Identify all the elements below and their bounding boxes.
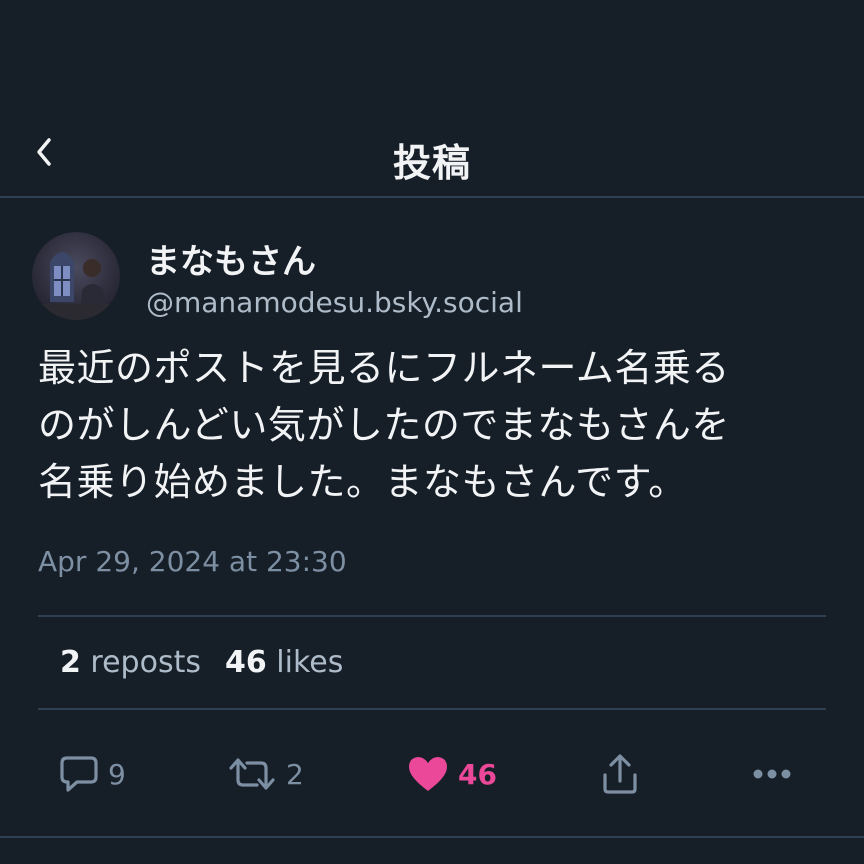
avatar[interactable] xyxy=(32,232,120,320)
heart-icon xyxy=(409,757,447,791)
likes-count: 46 xyxy=(224,645,267,680)
avatar-image xyxy=(32,232,120,320)
likes-stat[interactable]: 46 likes xyxy=(225,645,343,680)
repost-button[interactable]: 2 xyxy=(226,752,304,796)
reply-button[interactable]: 9 xyxy=(58,752,126,796)
like-count: 46 xyxy=(458,757,497,791)
share-button[interactable] xyxy=(600,752,640,796)
page-title: 投稿 xyxy=(392,141,471,185)
post-thread-screen: 投稿 まなもさん @manamodesu.bsky.social 最近のポストを… xyxy=(0,0,864,864)
author-handle[interactable]: @manamodesu.bsky.social xyxy=(146,286,523,319)
reply-count: 9 xyxy=(108,757,126,791)
share-icon xyxy=(603,754,637,794)
more-horizontal-icon xyxy=(753,769,791,779)
post-stats: 2 reposts 46 likes xyxy=(60,645,343,680)
likes-label: likes xyxy=(276,645,344,680)
post-text-line: 名乗り始めました。まなもさんです。 xyxy=(38,460,687,504)
reposts-count: 2 xyxy=(60,645,81,680)
repost-count: 2 xyxy=(286,757,304,791)
divider xyxy=(0,836,864,838)
reposts-label: reposts xyxy=(90,645,201,680)
divider xyxy=(38,708,826,710)
more-options-button[interactable] xyxy=(752,752,792,796)
like-button[interactable]: 46 xyxy=(406,752,497,796)
reposts-stat[interactable]: 2 reposts xyxy=(60,645,201,680)
post-text: 最近のポストを見るにフルネーム名乗る のがしんどい気がしたのでまなもさんを 名乗… xyxy=(38,340,828,511)
repost-icon xyxy=(229,758,275,790)
post-actions: 9 2 46 xyxy=(0,740,864,810)
author-display-name[interactable]: まなもさん xyxy=(146,234,316,283)
header-bar: 投稿 xyxy=(0,110,864,198)
post-author: まなもさん @manamodesu.bsky.social xyxy=(32,232,832,324)
post-text-line: のがしんどい気がしたのでまなもさんを xyxy=(38,403,730,447)
post-text-line: 最近のポストを見るにフルネーム名乗る xyxy=(38,346,730,390)
reply-icon xyxy=(60,756,98,792)
divider xyxy=(38,615,826,617)
post-timestamp: Apr 29, 2024 at 23:30 xyxy=(38,545,347,578)
